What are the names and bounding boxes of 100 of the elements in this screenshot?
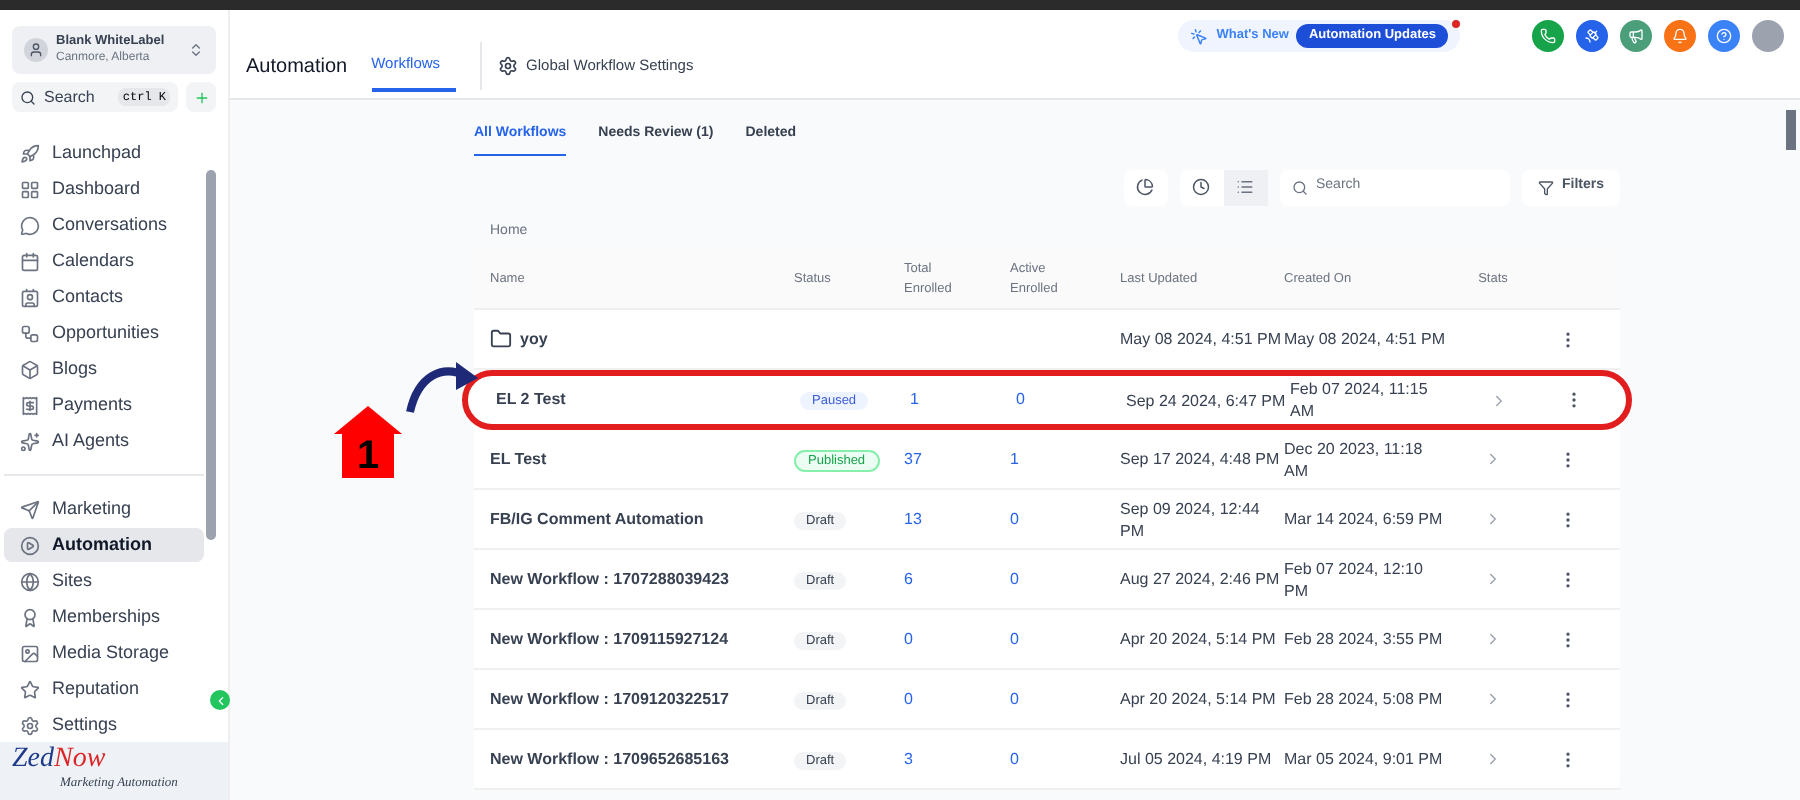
- active-enrolled-link[interactable]: 0: [1010, 749, 1019, 767]
- satellite-icon: [1584, 28, 1600, 44]
- header-icon-button[interactable]: [1532, 20, 1564, 52]
- active-enrolled-link[interactable]: 0: [1010, 629, 1019, 647]
- last-updated-cell: Apr 20 2024, 5:14 PM: [1120, 690, 1276, 708]
- page-title: Automation: [246, 53, 348, 81]
- list-icon: [1236, 178, 1255, 196]
- globe-icon: [20, 571, 40, 591]
- chat-icon: [20, 215, 40, 235]
- active-enrolled-link[interactable]: 0: [1010, 689, 1019, 707]
- send-icon: [20, 499, 40, 519]
- chevron-right-icon[interactable]: [1484, 450, 1502, 468]
- chevron-right-icon[interactable]: [1484, 570, 1502, 588]
- chevron-right-icon[interactable]: [1484, 510, 1502, 528]
- last-updated-cell: Sep 17 2024, 4:48 PM: [1120, 450, 1280, 468]
- workflow-name: New Workflow : 1707288039423: [490, 567, 729, 591]
- header-icon-button[interactable]: [1708, 20, 1740, 52]
- sidebar-item[interactable]: Contacts: [4, 280, 204, 314]
- active-enrolled-link[interactable]: 0: [1010, 509, 1019, 527]
- megaphone-icon: [1628, 28, 1644, 44]
- chevron-left-icon: [213, 693, 227, 707]
- calendar-icon: [20, 251, 40, 271]
- total-enrolled-link[interactable]: 37: [904, 449, 922, 467]
- chevron-right-icon[interactable]: [1484, 750, 1502, 768]
- header-icon-button[interactable]: [1664, 20, 1696, 52]
- header-icon-button[interactable]: [1620, 20, 1652, 52]
- search-placeholder: Search: [44, 85, 97, 109]
- sidebar-item[interactable]: Sites: [4, 564, 204, 598]
- sidebar-item[interactable]: Payments: [4, 388, 204, 422]
- created-on-cell: Mar 14 2024, 6:59 PM: [1284, 510, 1443, 528]
- sidebar-scrollbar[interactable]: [206, 170, 216, 540]
- chevron-right-icon[interactable]: [1490, 391, 1508, 409]
- play-circle-icon: [20, 535, 40, 555]
- chevron-right-icon[interactable]: [1484, 690, 1502, 708]
- receipt-icon: [20, 395, 40, 415]
- total-enrolled-link[interactable]: 3: [904, 749, 913, 767]
- sidebar-item[interactable]: Memberships: [4, 600, 204, 634]
- created-on-cell: Mar 05 2024, 9:01 PM: [1284, 750, 1443, 768]
- total-enrolled-link[interactable]: 0: [904, 629, 913, 647]
- workflow-name: New Workflow : 1709120322517: [490, 687, 729, 711]
- network-icon: [20, 323, 40, 343]
- chart-button[interactable]: [1123, 169, 1168, 205]
- workflow-name: EL Test: [490, 447, 547, 471]
- add-button[interactable]: [186, 82, 216, 112]
- phone-icon: [1540, 28, 1556, 44]
- total-enrolled-link[interactable]: 0: [904, 689, 913, 707]
- image-icon: [20, 643, 40, 663]
- last-updated-cell: Aug 27 2024, 2:46 PM: [1120, 570, 1280, 588]
- total-enrolled-link[interactable]: 1: [910, 390, 919, 408]
- chevrons-icon: [188, 42, 204, 58]
- collapse-button[interactable]: [210, 690, 230, 710]
- sidebar-item[interactable]: Marketing: [4, 492, 204, 526]
- created-on-cell: Dec 20 2023, 11:18 AM: [1284, 439, 1423, 479]
- avatar[interactable]: [1752, 20, 1784, 52]
- active-enrolled-link[interactable]: 1: [1010, 449, 1019, 467]
- total-enrolled-link[interactable]: 6: [904, 569, 913, 587]
- sidebar-item[interactable]: Opportunities: [4, 316, 204, 350]
- sidebar-item[interactable]: Conversations: [4, 208, 204, 242]
- header-icon-button[interactable]: [1576, 20, 1608, 52]
- workflow-name: New Workflow : 1709652685163: [490, 747, 729, 771]
- active-enrolled-link[interactable]: 0: [1016, 390, 1025, 408]
- settings-icon: [498, 56, 519, 76]
- total-enrolled-link[interactable]: 13: [904, 509, 922, 527]
- workflow-name: yoy: [520, 327, 548, 351]
- created-on-cell: Feb 28 2024, 5:08 PM: [1284, 690, 1443, 708]
- folder-icon: [490, 328, 512, 350]
- sidebar-item[interactable]: Media Storage: [4, 636, 204, 670]
- last-updated-cell: Sep 09 2024, 12:44 PM: [1120, 499, 1260, 539]
- sidebar-item[interactable]: Settings: [4, 708, 204, 742]
- settings-icon: [20, 715, 40, 735]
- user-icon: [24, 38, 48, 62]
- sidebar-item[interactable]: Launchpad: [4, 136, 204, 170]
- award-icon: [20, 607, 40, 627]
- list-view-button[interactable]: [1223, 169, 1268, 205]
- logo-word: Zed: [12, 743, 54, 773]
- workflow-name: New Workflow : 1709115927124: [490, 627, 729, 651]
- workflow-name: EL 2 Test: [496, 388, 566, 412]
- sparkles-icon: [20, 431, 40, 451]
- sidebar-item[interactable]: Dashboard: [4, 172, 204, 206]
- filter-icon: [1537, 179, 1554, 195]
- workflow-name: FB/IG Comment Automation: [490, 507, 704, 531]
- sidebar-item[interactable]: Reputation: [4, 672, 204, 706]
- sidebar-item[interactable]: Blogs: [4, 352, 204, 386]
- page-scrollbar[interactable]: [1786, 110, 1796, 150]
- active-enrolled-link[interactable]: 0: [1010, 569, 1019, 587]
- curved-arrow: [402, 356, 478, 416]
- bell-icon: [1672, 28, 1688, 44]
- rocket-icon: [20, 143, 40, 163]
- sidebar-item[interactable]: Calendars: [4, 244, 204, 278]
- created-on-cell: Feb 28 2024, 3:55 PM: [1284, 630, 1443, 648]
- star-icon: [20, 679, 40, 699]
- contacts-icon: [20, 287, 40, 307]
- chevron-right-icon[interactable]: [1484, 630, 1502, 648]
- created-on-cell: May 08 2024, 4:51 PM: [1284, 330, 1445, 348]
- last-updated-cell: Sep 24 2024, 6:47 PM: [1126, 391, 1286, 409]
- sidebar-item[interactable]: AI Agents: [4, 424, 204, 458]
- plus-icon: [193, 89, 209, 105]
- sidebar-item[interactable]: Automation: [4, 528, 204, 562]
- search-icon: [1291, 179, 1308, 195]
- dashboard-icon: [20, 179, 40, 199]
